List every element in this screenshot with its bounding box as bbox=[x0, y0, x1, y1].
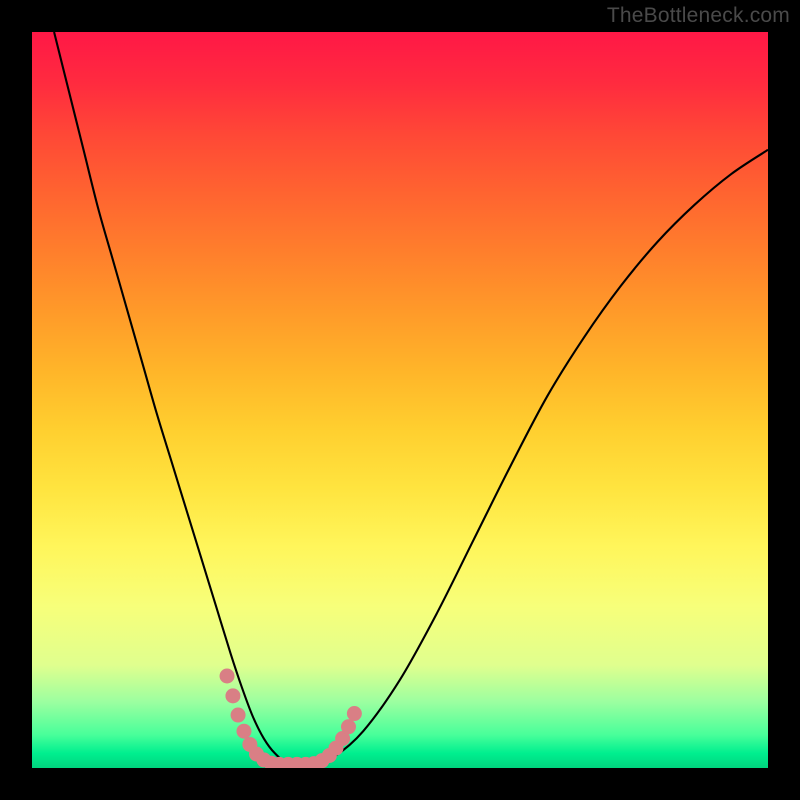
highlight-dot bbox=[231, 708, 246, 723]
highlight-dot bbox=[236, 724, 251, 739]
highlight-dots-layer bbox=[32, 32, 768, 768]
chart-plot-area bbox=[32, 32, 768, 768]
watermark-text: TheBottleneck.com bbox=[607, 4, 790, 28]
highlight-dot bbox=[225, 688, 240, 703]
highlight-dots bbox=[220, 669, 362, 769]
highlight-dot bbox=[347, 706, 362, 721]
highlight-dot bbox=[341, 719, 356, 734]
highlight-dot bbox=[220, 669, 235, 684]
